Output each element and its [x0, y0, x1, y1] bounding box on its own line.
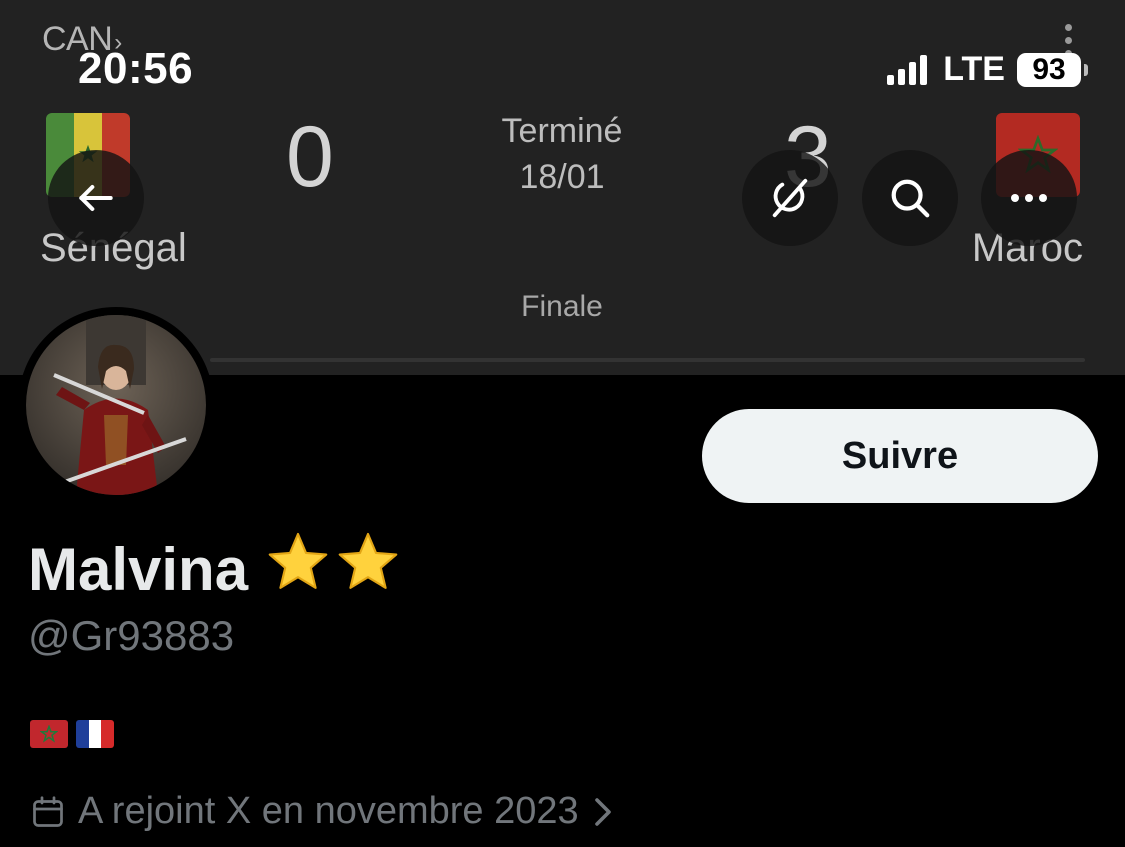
bio [30, 720, 122, 748]
match-status-text: Terminé [501, 112, 623, 150]
calendar-icon [33, 795, 63, 827]
grok-icon [772, 178, 808, 218]
star-icon [336, 530, 400, 608]
avatar-image [26, 315, 206, 495]
display-name-text: Malvina [28, 535, 249, 603]
display-name: Malvina [28, 530, 400, 608]
star-icon [266, 530, 330, 608]
match-stage: Finale [521, 290, 603, 323]
france-flag-icon [76, 720, 114, 748]
banner-divider [210, 358, 1085, 362]
arrow-left-icon [79, 184, 113, 212]
morocco-flag-icon [30, 720, 68, 748]
joined-date[interactable]: A rejoint X en novembre 2023 [30, 790, 625, 833]
back-button[interactable] [48, 150, 144, 246]
status-time: 20:56 [78, 44, 194, 93]
more-horizontal-icon [1011, 194, 1047, 202]
battery-icon: 93 [1017, 52, 1088, 87]
signal-strength-icon [887, 54, 931, 85]
grok-button[interactable] [742, 150, 838, 246]
search-button[interactable] [862, 150, 958, 246]
match-status: Terminé 18/01 [462, 108, 662, 200]
match-date: 18/01 [519, 158, 605, 196]
home-score: 0 [286, 109, 334, 205]
joined-text: A rejoint X en novembre 2023 [78, 790, 579, 832]
follow-button[interactable]: Suivre [702, 409, 1098, 503]
status-indicators: LTE 93 [887, 50, 1088, 89]
profile-avatar[interactable] [18, 307, 214, 503]
chevron-right-icon [594, 797, 611, 826]
search-icon [891, 179, 930, 218]
network-type: LTE [943, 50, 1005, 88]
more-button[interactable] [981, 150, 1077, 246]
user-handle: @Gr93883 [28, 612, 235, 659]
